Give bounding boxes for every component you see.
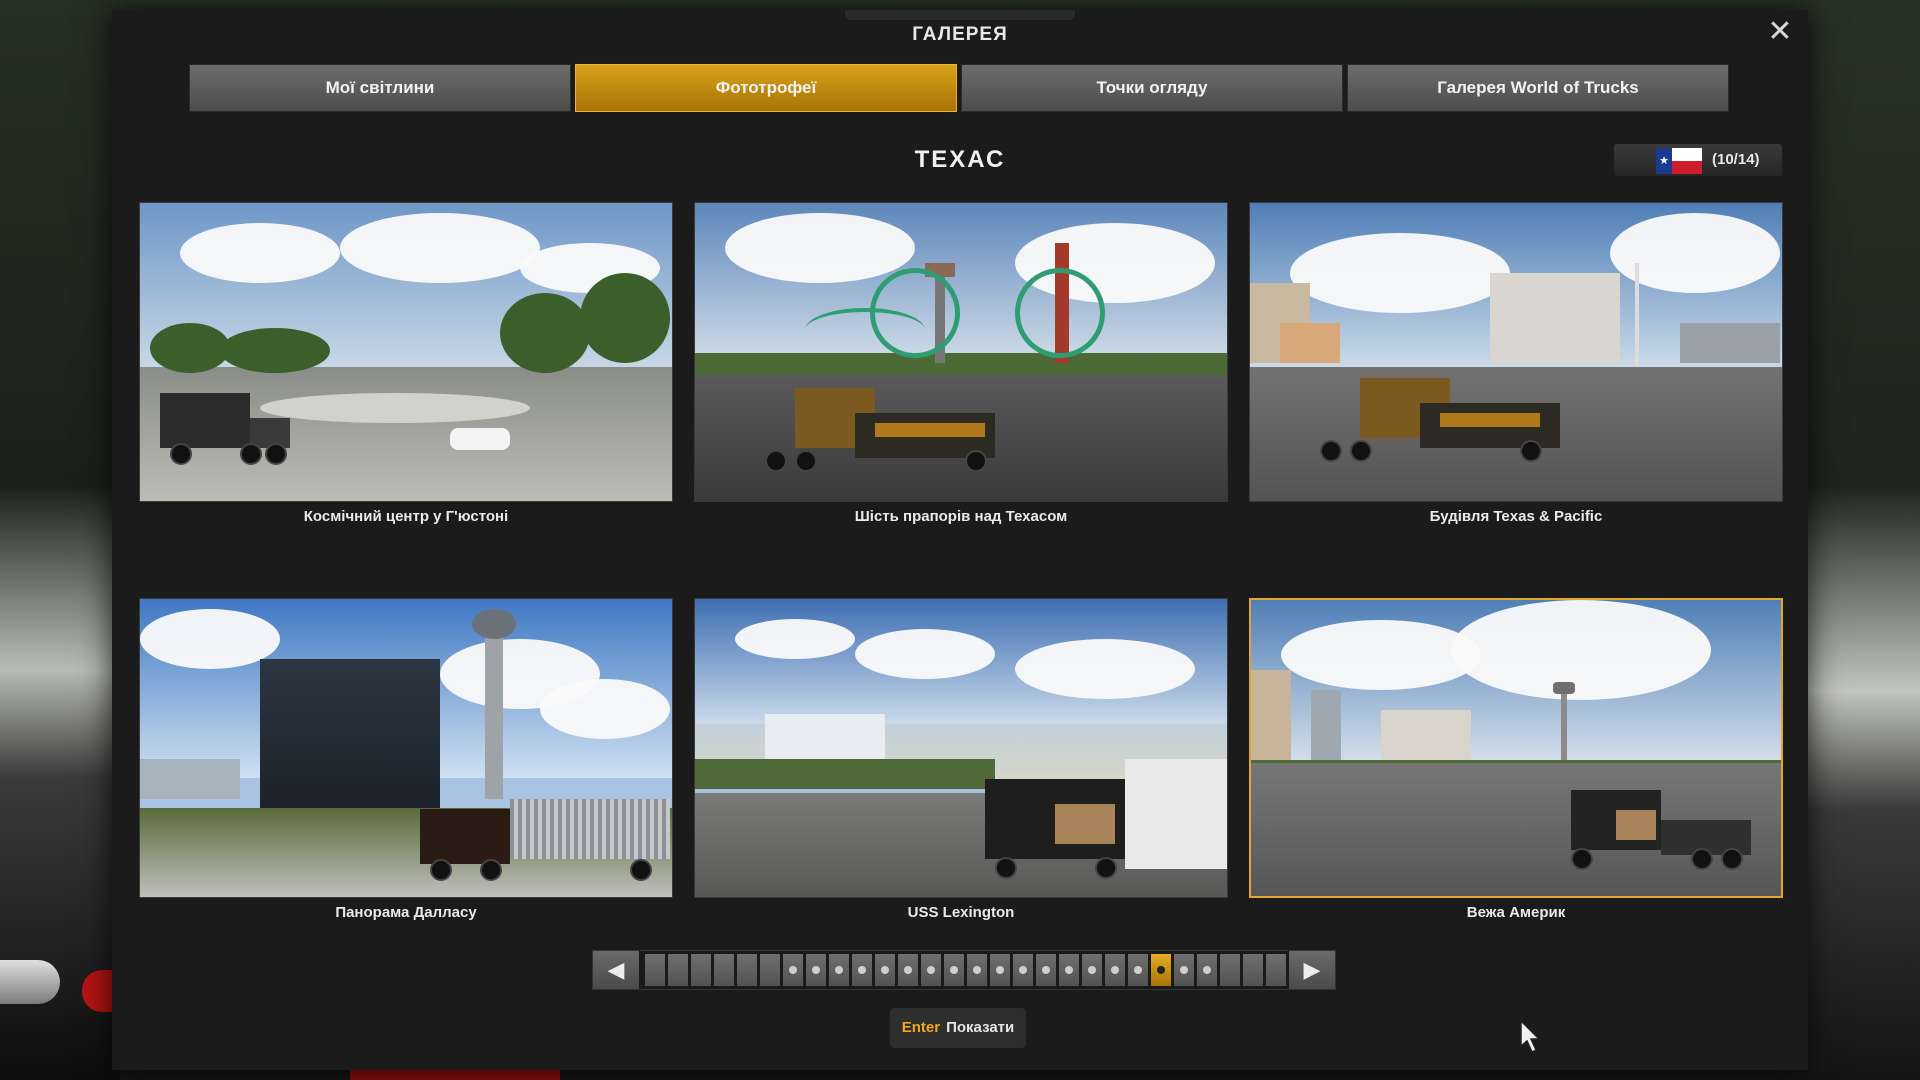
gallery-card-dallas-panorama[interactable]: Панорама Далласу bbox=[139, 598, 673, 921]
pager-segment[interactable] bbox=[645, 954, 665, 986]
tab-viewpoints[interactable]: Точки огляду bbox=[961, 64, 1343, 112]
pager-dot bbox=[1157, 966, 1165, 974]
pager-segment[interactable] bbox=[714, 954, 734, 986]
arrow-left-icon[interactable]: ◀ bbox=[593, 951, 639, 989]
pager-dot bbox=[789, 966, 797, 974]
pager-segment[interactable] bbox=[1174, 954, 1194, 986]
pager-dot bbox=[835, 966, 843, 974]
photo-thumbnail[interactable] bbox=[694, 202, 1228, 502]
gallery-card-texas-pacific[interactable]: Будівля Texas & Pacific bbox=[1249, 202, 1783, 525]
pager-dot bbox=[1042, 966, 1050, 974]
pager-segment[interactable] bbox=[852, 954, 872, 986]
pager-segment[interactable] bbox=[829, 954, 849, 986]
tab-my-photos[interactable]: Мої світлини bbox=[189, 64, 571, 112]
photo-label: Вежа Америк bbox=[1466, 904, 1566, 921]
pager-segment[interactable] bbox=[1266, 954, 1286, 986]
pager-segment[interactable] bbox=[806, 954, 826, 986]
gallery-card-space-center[interactable]: Космічний центр у Г'юстоні bbox=[139, 202, 673, 525]
show-button[interactable]: Enter Показати bbox=[890, 1008, 1026, 1048]
pager-dot bbox=[1180, 966, 1188, 974]
photo-pager: ◀ ▶ bbox=[592, 950, 1336, 990]
region-progress: (10/14) bbox=[1712, 151, 1760, 168]
pager-dot bbox=[927, 966, 935, 974]
gallery-card-tower-of-americas[interactable]: Вежа Америк bbox=[1249, 598, 1783, 921]
photo-thumbnail[interactable] bbox=[139, 202, 673, 502]
pager-segment[interactable] bbox=[760, 954, 780, 986]
pager-dot bbox=[973, 966, 981, 974]
photo-thumbnail[interactable] bbox=[139, 598, 673, 898]
pager-dot bbox=[812, 966, 820, 974]
pager-dot bbox=[881, 966, 889, 974]
tab-world-of-trucks-gallery[interactable]: Галерея World of Trucks bbox=[1347, 64, 1729, 112]
pager-segment[interactable] bbox=[1059, 954, 1079, 986]
background-cab-detail bbox=[0, 960, 60, 1004]
pager-dot bbox=[996, 966, 1004, 974]
photo-thumbnail[interactable] bbox=[694, 598, 1228, 898]
show-label: Показати bbox=[946, 1019, 1015, 1036]
pager-segment[interactable] bbox=[737, 954, 757, 986]
tab-photo-trophies[interactable]: Фототрофеї bbox=[575, 64, 957, 112]
pager-dot bbox=[1065, 966, 1073, 974]
pager-segment[interactable] bbox=[1220, 954, 1240, 986]
pager-segment[interactable] bbox=[1243, 954, 1263, 986]
gallery-card-six-flags[interactable]: Шість прапорів над Техасом bbox=[694, 202, 1228, 525]
pager-segment[interactable] bbox=[1197, 954, 1217, 986]
pager-segment[interactable] bbox=[1082, 954, 1102, 986]
pager-segment[interactable] bbox=[967, 954, 987, 986]
photo-label: Панорама Далласу bbox=[335, 904, 477, 921]
photo-thumbnail[interactable] bbox=[1249, 202, 1783, 502]
pager-segment[interactable] bbox=[1128, 954, 1148, 986]
pager-segment[interactable] bbox=[875, 954, 895, 986]
region-progress-badge: ★ (10/14) bbox=[1614, 144, 1782, 176]
pager-segment[interactable] bbox=[783, 954, 803, 986]
pager-segment[interactable] bbox=[1013, 954, 1033, 986]
pager-dot bbox=[858, 966, 866, 974]
photo-label: Будівля Texas & Pacific bbox=[1429, 508, 1603, 525]
pager-dot bbox=[904, 966, 912, 974]
arrow-right-icon[interactable]: ▶ bbox=[1289, 951, 1335, 989]
close-icon[interactable]: ✕ bbox=[1766, 17, 1794, 47]
window-title: ГАЛЕРЕЯ bbox=[912, 24, 1008, 45]
pager-dot bbox=[1134, 966, 1142, 974]
photo-label: Шість прапорів над Техасом bbox=[854, 508, 1068, 525]
pager-dot bbox=[1088, 966, 1096, 974]
pager-segment[interactable] bbox=[944, 954, 964, 986]
mouse-cursor-icon bbox=[1520, 1020, 1541, 1054]
pager-segment[interactable] bbox=[921, 954, 941, 986]
pager-dot bbox=[1019, 966, 1027, 974]
pager-dot bbox=[1203, 966, 1211, 974]
enter-key-hint: Enter bbox=[901, 1019, 941, 1036]
pager-segment[interactable] bbox=[668, 954, 688, 986]
photo-label: USS Lexington bbox=[907, 904, 1015, 921]
pager-dot bbox=[950, 966, 958, 974]
pager-segment[interactable] bbox=[1105, 954, 1125, 986]
title-notch bbox=[845, 10, 1075, 20]
pager-segment[interactable] bbox=[898, 954, 918, 986]
pager-segment[interactable] bbox=[691, 954, 711, 986]
pager-segment[interactable] bbox=[990, 954, 1010, 986]
pager-segment[interactable] bbox=[1036, 954, 1056, 986]
pager-dot bbox=[1111, 966, 1119, 974]
pager-segment[interactable] bbox=[1151, 954, 1171, 986]
texas-flag-icon: ★ bbox=[1656, 148, 1702, 174]
photo-thumbnail[interactable] bbox=[1249, 598, 1783, 898]
photo-label: Космічний центр у Г'юстоні bbox=[303, 508, 509, 525]
gallery-card-uss-lexington[interactable]: USS Lexington bbox=[694, 598, 1228, 921]
